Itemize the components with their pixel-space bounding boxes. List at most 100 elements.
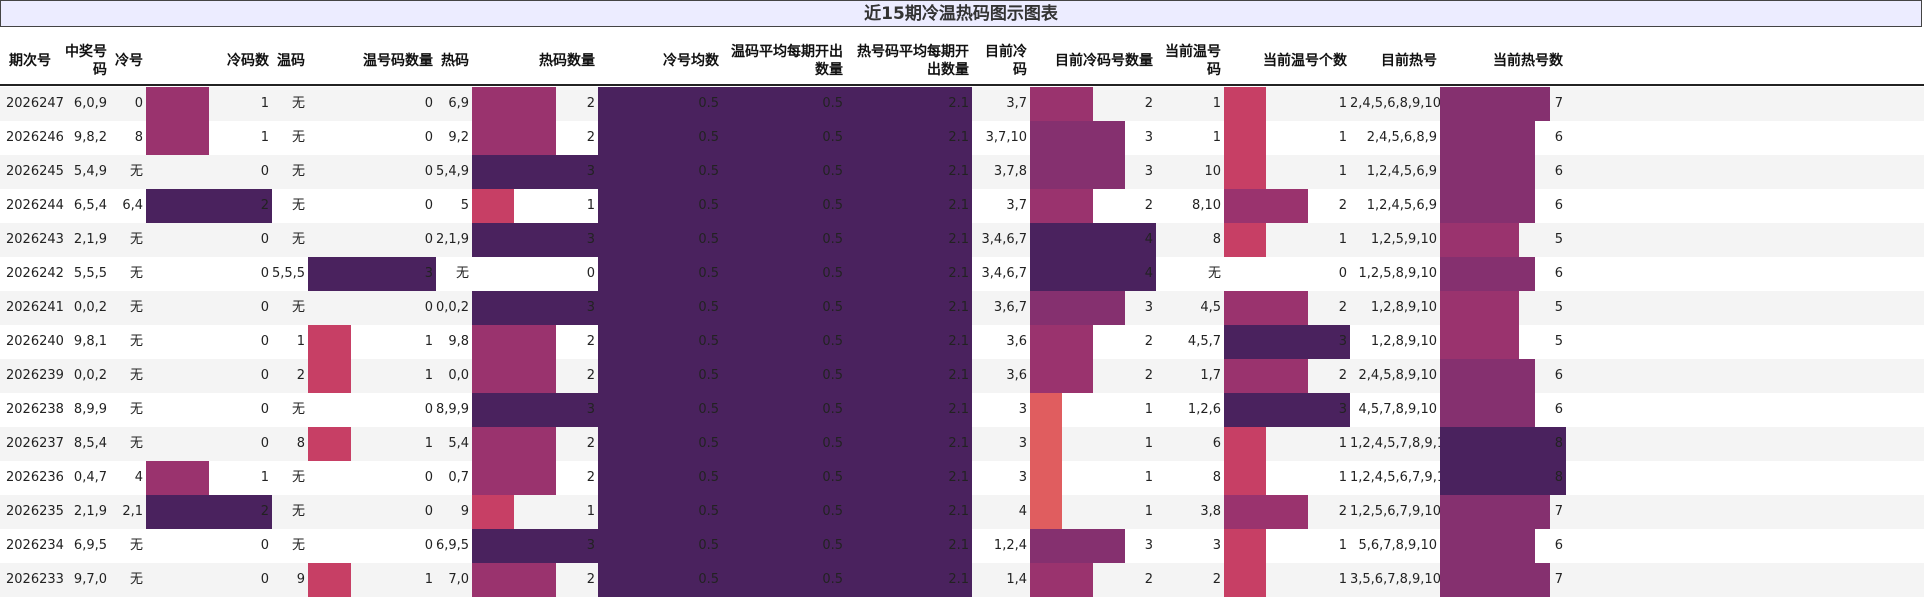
cell-warm: 1 [296, 334, 305, 349]
cell-draw: 6,5,4 [73, 198, 107, 213]
cell-hot: 7,0 [448, 572, 469, 587]
cell-cur_cold: 3 [1018, 470, 1027, 485]
cell-cur_cold: 3,4,6,7 [981, 232, 1027, 247]
cell-warm: 无 [291, 198, 305, 213]
cell-warm: 5,5,5 [272, 266, 306, 281]
cell-cold_count: 0 [260, 436, 269, 451]
cell-period: 2026245 [6, 164, 64, 179]
cell-period: 2026234 [6, 538, 64, 553]
header-warm: 温码 [277, 53, 305, 69]
cell-cold_avg: 0.5 [698, 130, 719, 145]
cell-hot: 无 [455, 266, 469, 281]
cell-cur_hot_count: 6 [1554, 130, 1563, 145]
cell-hot_avg: 2.1 [948, 368, 969, 383]
header-cur_hot: 目前热号 [1381, 53, 1437, 69]
cell-hot_count: 0 [586, 266, 595, 281]
cell-period: 2026247 [6, 96, 64, 111]
cell-draw: 8,9,9 [73, 402, 107, 417]
cell-cold_avg: 0.5 [698, 572, 719, 587]
cell-hot_count: 2 [586, 334, 595, 349]
chart-title: 近15期冷温热码图示图表 [0, 0, 1922, 27]
cell-draw: 0,0,2 [73, 368, 107, 383]
cell-warm_count: 0 [424, 504, 433, 519]
header-draw: 中奖号码 [65, 44, 107, 78]
cell-cur_cold_count: 2 [1144, 198, 1153, 213]
cell-period: 2026244 [6, 198, 64, 213]
cell-hot_count: 3 [586, 232, 595, 247]
cell-hot: 0,7 [448, 470, 469, 485]
cell-warm_avg: 0.5 [822, 572, 843, 587]
cell-warm_avg: 0.5 [822, 436, 843, 451]
cell-hot_avg: 2.1 [948, 130, 969, 145]
cell-draw: 6,9,5 [73, 538, 107, 553]
cell-hot_count: 1 [586, 504, 595, 519]
cell-hot_avg: 2.1 [948, 402, 969, 417]
cell-cur_cold: 1,2,4 [993, 538, 1027, 553]
cell-warm_avg: 0.5 [822, 130, 843, 145]
cell-cur_hot: 1,2,5,6,7,9,10 [1350, 504, 1441, 519]
cell-cold_avg: 0.5 [698, 470, 719, 485]
cell-cur_hot: 1,2,4,5,6,9 [1366, 198, 1437, 213]
cell-cur_hot: 1,2,4,5,6,7,9,10 [1350, 470, 1454, 485]
cell-cur_warm: 6 [1212, 436, 1221, 451]
cell-warm_avg: 0.5 [822, 164, 843, 179]
header-warm_count: 温号码数量 [363, 53, 433, 69]
cell-warm_count: 0 [424, 470, 433, 485]
cell-cur_cold: 4 [1018, 504, 1027, 519]
header-cur_warm: 当前温号码 [1165, 44, 1221, 78]
cell-cur_hot_count: 6 [1554, 368, 1563, 383]
cell-cur_hot_count: 5 [1554, 300, 1563, 315]
cell-cur_hot: 3,5,6,7,8,9,10 [1350, 572, 1441, 587]
header-cold_avg: 冷号均数 [663, 53, 719, 69]
cell-cur_warm_count: 2 [1338, 198, 1347, 213]
cell-cur_warm: 1,2,6 [1187, 402, 1221, 417]
cell-warm: 9 [296, 572, 305, 587]
cell-hot_count: 3 [586, 402, 595, 417]
cell-warm: 无 [291, 130, 305, 145]
cell-cur_cold: 1,4 [1006, 572, 1027, 587]
cell-cur_warm_count: 2 [1338, 300, 1347, 315]
header-cur_cold: 目前冷码 [985, 44, 1027, 78]
cell-cur_cold_count: 2 [1144, 368, 1153, 383]
header-hot_avg: 热号码平均每期开出数量 [857, 44, 969, 78]
cell-warm_avg: 0.5 [822, 300, 843, 315]
cell-warm_avg: 0.5 [822, 232, 843, 247]
cell-cur_hot: 1,2,8,9,10 [1370, 334, 1437, 349]
cell-draw: 2,1,9 [73, 504, 107, 519]
cell-warm_avg: 0.5 [822, 538, 843, 553]
cell-hot: 9,8 [448, 334, 469, 349]
cell-hot_avg: 2.1 [948, 470, 969, 485]
header-cold_count: 冷码数 [227, 53, 269, 69]
cell-hot_avg: 2.1 [948, 266, 969, 281]
cell-cur_cold_count: 3 [1144, 300, 1153, 315]
cell-cur_cold_count: 3 [1144, 538, 1153, 553]
cell-draw: 5,5,5 [73, 266, 107, 281]
cell-warm_count: 0 [424, 198, 433, 213]
cell-cold: 无 [129, 368, 143, 383]
cell-cur_warm_count: 1 [1338, 470, 1347, 485]
cell-hot_count: 1 [586, 198, 595, 213]
cell-warm_avg: 0.5 [822, 368, 843, 383]
header-divider [0, 84, 1924, 86]
cell-hot_avg: 2.1 [948, 334, 969, 349]
cell-cur_warm: 8 [1212, 470, 1221, 485]
cell-cur_warm: 1 [1212, 96, 1221, 111]
cell-warm_count: 3 [424, 266, 433, 281]
cell-cur_hot: 1,2,8,9,10 [1370, 300, 1437, 315]
chart-root: 近15期冷温热码图示图表 期次号 中奖号码 冷号 冷码数 温码 温号码数量 热码 热码数量 冷号… [0, 0, 1924, 597]
cell-period: 2026242 [6, 266, 64, 281]
cell-cur_cold: 3,6 [1006, 334, 1027, 349]
cell-warm_count: 0 [424, 164, 433, 179]
header-cold: 冷号 [115, 53, 143, 69]
cell-warm_avg: 0.5 [822, 504, 843, 519]
cell-hot: 0,0 [448, 368, 469, 383]
cell-cold_avg: 0.5 [698, 538, 719, 553]
cell-cur_hot_count: 6 [1554, 266, 1563, 281]
cell-hot_avg: 2.1 [948, 504, 969, 519]
cell-cur_hot_count: 7 [1554, 504, 1563, 519]
cell-cur_cold_count: 3 [1144, 130, 1153, 145]
cell-cur_warm_count: 1 [1338, 164, 1347, 179]
cell-cur_hot_count: 6 [1554, 538, 1563, 553]
header-cur_hot_count: 当前热号数 [1493, 53, 1563, 69]
cell-hot_count: 3 [586, 300, 595, 315]
